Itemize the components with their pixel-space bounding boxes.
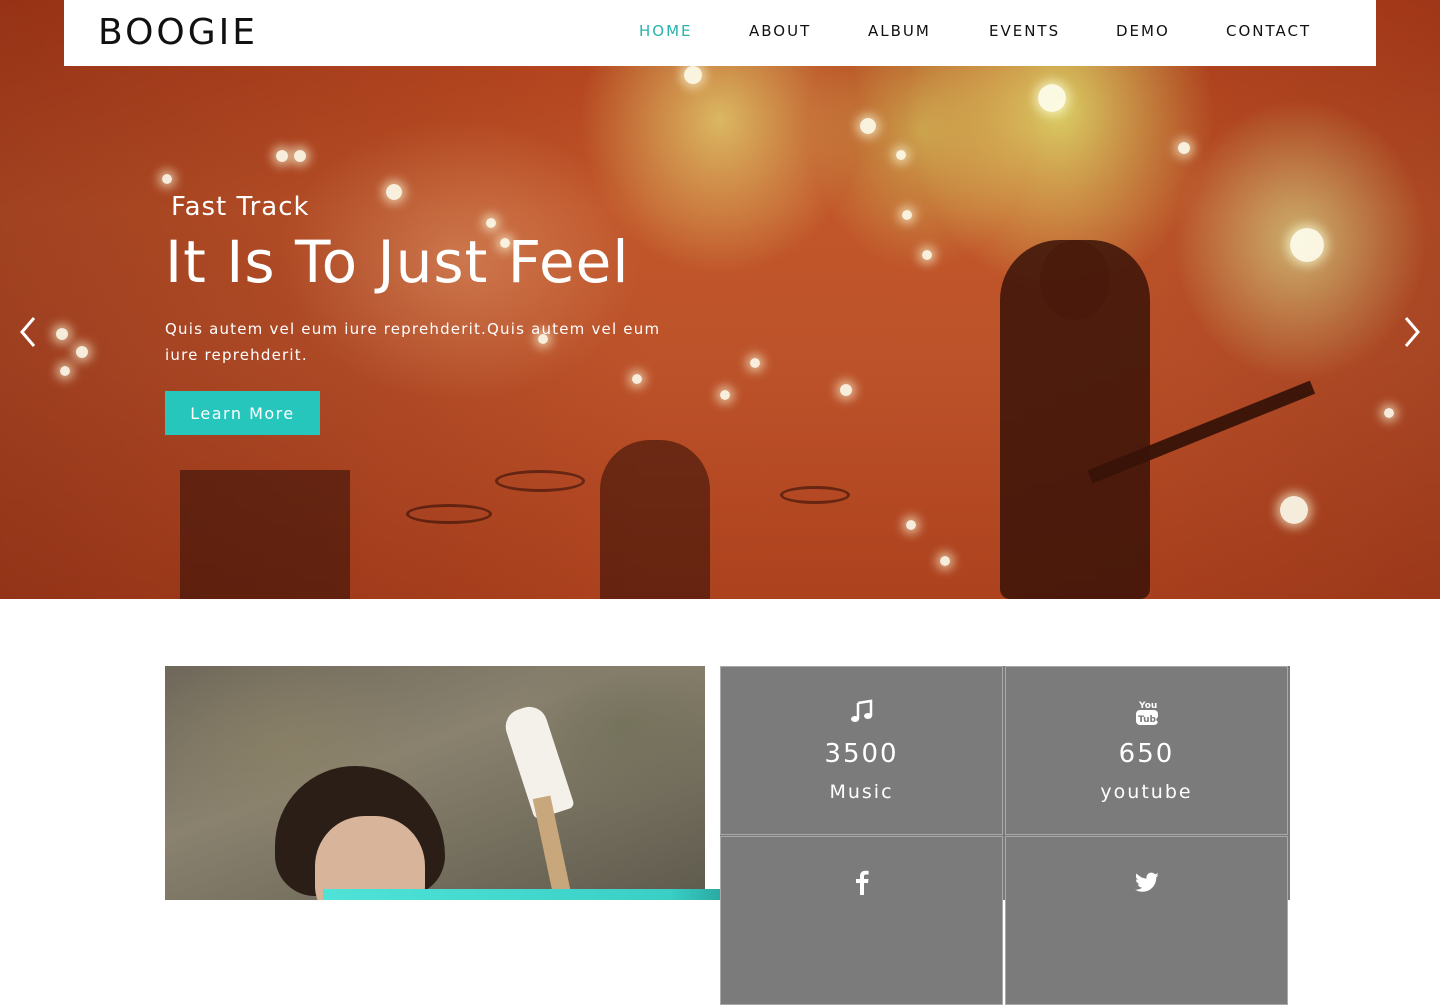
slider-prev-button[interactable] xyxy=(8,314,48,354)
artist-portrait-image xyxy=(165,666,705,900)
nav-item-about[interactable]: ABOUT xyxy=(749,22,811,40)
stat-label: Music xyxy=(829,781,894,803)
nav-item-home[interactable]: HOME xyxy=(639,22,693,40)
site-logo[interactable]: BOOGIE xyxy=(98,12,258,53)
drum-cymbal xyxy=(406,504,492,524)
stage-light xyxy=(162,174,172,184)
stage-light xyxy=(1384,408,1394,418)
stage-light xyxy=(896,150,906,160)
stage-light xyxy=(1290,228,1324,262)
youtube-icon: You Tube xyxy=(1006,699,1287,727)
facebook-icon xyxy=(721,869,1002,897)
drum-cymbal xyxy=(495,470,585,492)
stage-light xyxy=(76,346,88,358)
stat-label: youtube xyxy=(1100,781,1193,803)
svg-text:Tube: Tube xyxy=(1138,715,1159,725)
drummer-silhouette xyxy=(600,440,710,599)
twitter-icon xyxy=(1006,869,1287,897)
nav-item-contact[interactable]: CONTACT xyxy=(1226,22,1311,40)
stage-light xyxy=(56,328,68,340)
drum-cymbal xyxy=(780,486,850,504)
stage-light xyxy=(840,384,852,396)
stage-light xyxy=(902,210,912,220)
stage-light xyxy=(60,366,70,376)
svg-text:You: You xyxy=(1138,701,1157,711)
stat-value: 650 xyxy=(1118,739,1175,769)
stage-light xyxy=(750,358,760,368)
stat-value: 3500 xyxy=(824,739,899,769)
hero-description: Quis autem vel eum iure reprehderit.Quis… xyxy=(165,320,661,364)
nav-item-album[interactable]: ALBUM xyxy=(868,22,931,40)
stage-light xyxy=(720,390,730,400)
stage-light xyxy=(860,118,876,134)
artist-face xyxy=(315,816,425,900)
stage-light xyxy=(940,556,950,566)
stage-light xyxy=(1178,142,1190,154)
stage-light xyxy=(906,520,916,530)
slider-next-button[interactable] xyxy=(1392,314,1432,354)
stage-light xyxy=(1280,496,1308,524)
music-note-icon xyxy=(721,699,1002,727)
stat-facebook xyxy=(720,836,1003,1005)
stats-grid: 3500 Music You Tube 650 youtube xyxy=(720,666,1290,1005)
nav-item-demo[interactable]: DEMO xyxy=(1116,22,1170,40)
nav-item-events[interactable]: EVENTS xyxy=(989,22,1060,40)
stage-light xyxy=(632,374,642,384)
learn-more-button[interactable]: Learn More xyxy=(165,391,320,435)
stage-light xyxy=(1038,84,1066,112)
chevron-right-icon xyxy=(1404,317,1420,347)
stage-light xyxy=(276,150,288,162)
chevron-left-icon xyxy=(20,317,36,347)
top-navbar: BOOGIE HOME ABOUT ALBUM EVENTS DEMO CONT… xyxy=(64,0,1376,66)
hero-slider: Fast Track It Is To Just Feel Quis autem… xyxy=(0,0,1440,599)
stage-light xyxy=(684,66,702,84)
keyboard-stand xyxy=(180,470,350,599)
stage-light xyxy=(486,218,496,228)
stage-light xyxy=(922,250,932,260)
accent-bar xyxy=(323,889,757,900)
stage-light xyxy=(294,150,306,162)
hero-subtitle: Fast Track xyxy=(171,192,310,222)
singer-head xyxy=(1040,240,1110,320)
stat-youtube: You Tube 650 youtube xyxy=(1005,666,1288,835)
stat-music: 3500 Music xyxy=(720,666,1003,835)
stat-twitter xyxy=(1005,836,1288,1005)
hero-title: It Is To Just Feel xyxy=(165,228,630,296)
stage-light xyxy=(386,184,402,200)
